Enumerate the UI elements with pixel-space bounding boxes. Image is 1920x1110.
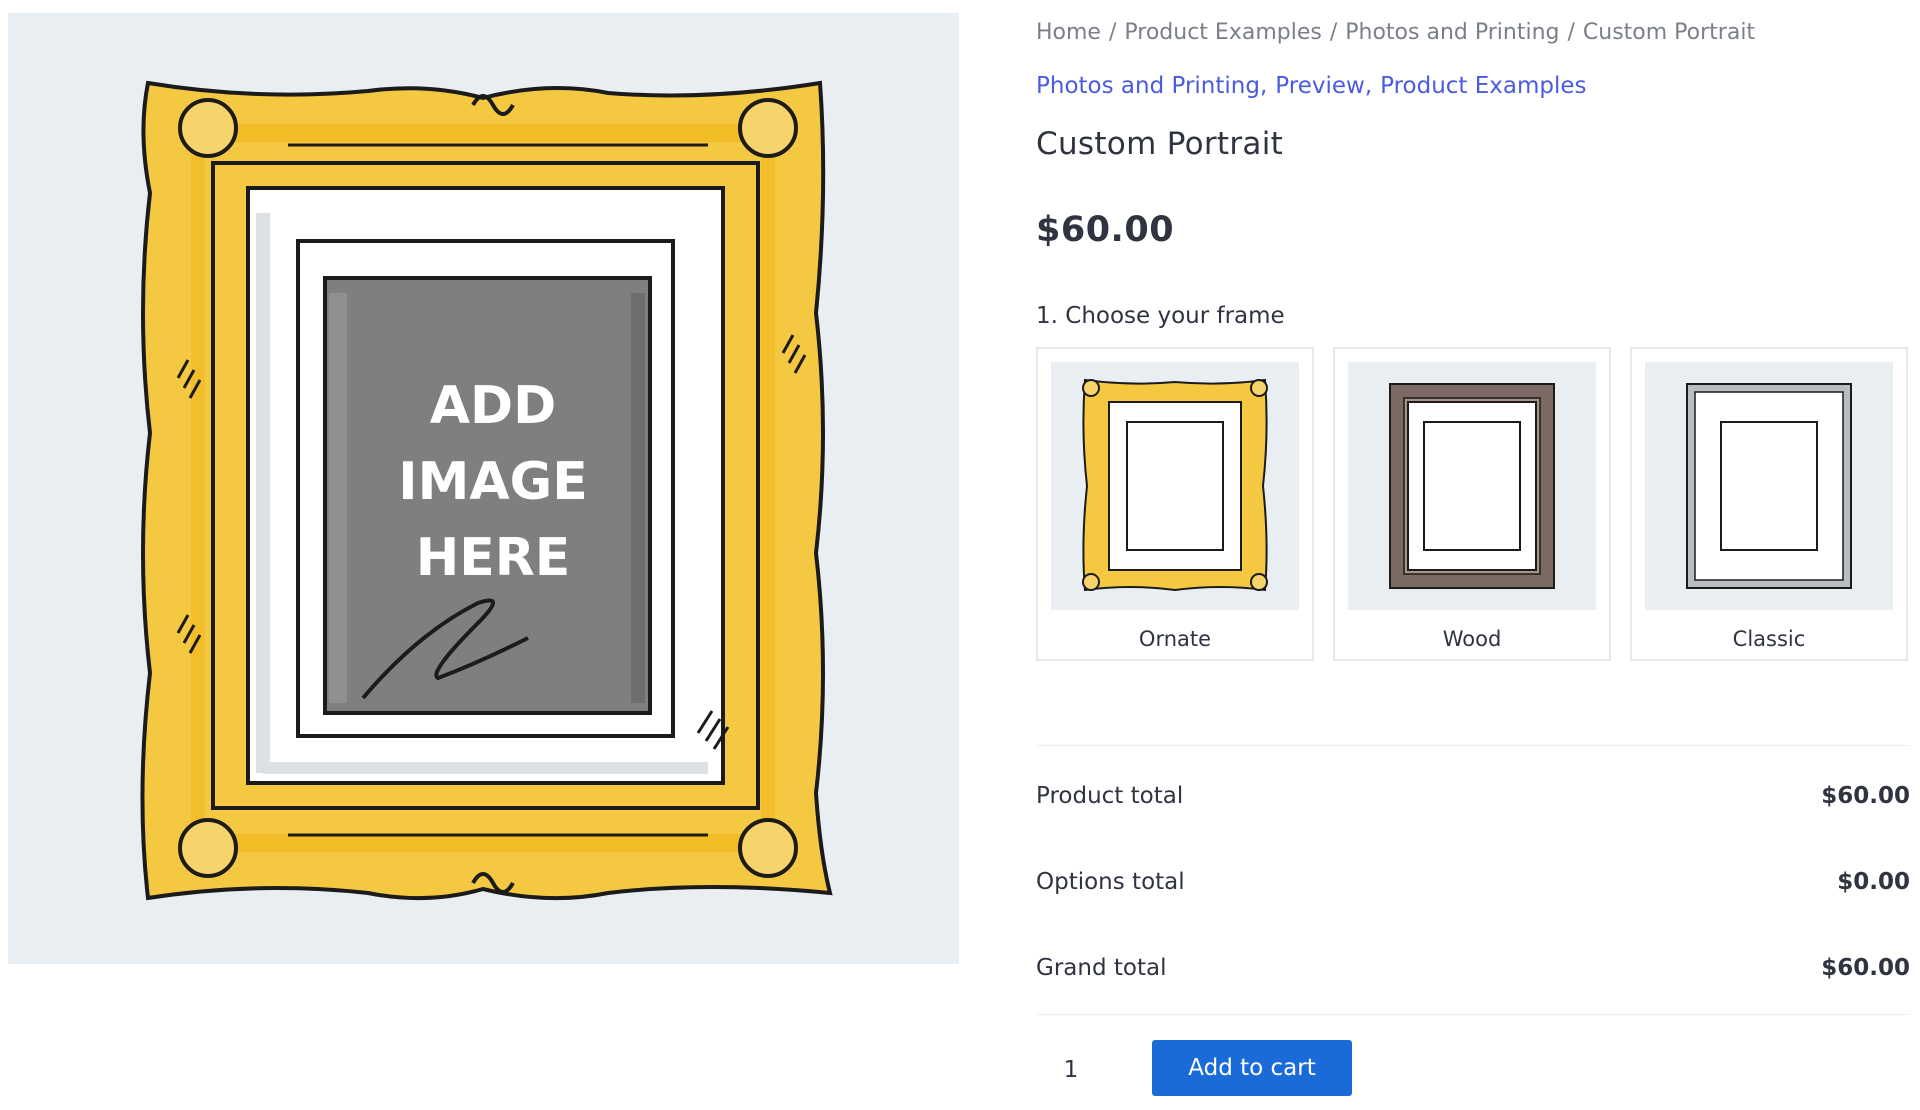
breadcrumb-item-home[interactable]: Home [1036, 20, 1101, 45]
placeholder-line: ADD [429, 376, 557, 436]
placeholder-line: IMAGE [398, 452, 588, 512]
frame-option-label-wood: Wood [1442, 627, 1502, 651]
frame-option-wood[interactable]: Wood [1333, 347, 1611, 661]
category-link-preview[interactable]: Preview [1275, 73, 1365, 99]
product-price: $60.00 [1036, 210, 1175, 250]
frame-option-label-ornate: Ornate [1138, 627, 1212, 651]
quantity-input[interactable] [1036, 1050, 1106, 1090]
product-total-value: $60.00 [1821, 783, 1910, 809]
frame-option-ornate[interactable]: Ornate [1036, 347, 1314, 661]
category-separator: , [1259, 73, 1268, 99]
breadcrumb-item-current: Custom Portrait [1582, 20, 1756, 45]
category-link-product-examples[interactable]: Product Examples [1380, 73, 1586, 99]
product-title: Custom Portrait [1036, 126, 1284, 162]
add-to-cart-button[interactable]: Add to cart [1152, 1040, 1352, 1096]
category-links: Photos and Printing, Preview, Product Exam… [1036, 73, 1587, 99]
wood-frame-icon [1348, 362, 1596, 610]
grand-total-label: Grand total [1036, 955, 1167, 981]
ornate-frame-icon [1051, 362, 1299, 610]
grand-total-value: $60.00 [1821, 955, 1910, 981]
category-link-photos-and-printing[interactable]: Photos and Printing [1036, 73, 1260, 99]
image-placeholder-text: ADD IMAGE HERE [328, 368, 658, 596]
classic-frame-icon [1645, 362, 1893, 610]
frame-options: Ornate Wood Classic [1036, 347, 1910, 663]
breadcrumb-separator: / [1108, 20, 1117, 45]
frame-option-label: 1. Choose your frame [1036, 303, 1285, 329]
frame-option-classic[interactable]: Classic [1630, 347, 1908, 661]
product-total-label: Product total [1036, 783, 1184, 809]
options-total-value: $0.00 [1837, 869, 1910, 895]
breadcrumb-separator: / [1567, 20, 1575, 45]
totals-summary: Product total $60.00 Options total $0.00… [1036, 745, 1910, 1015]
options-total-label: Options total [1036, 869, 1185, 895]
placeholder-line: HERE [415, 528, 571, 588]
frame-option-label-classic: Classic [1732, 627, 1806, 651]
product-image[interactable]: ADD IMAGE HERE [8, 13, 959, 964]
breadcrumb-separator: / [1329, 20, 1338, 45]
breadcrumb: Home / Product Examples / Photos and Printin… [1036, 20, 1755, 45]
category-separator: , [1364, 73, 1373, 99]
breadcrumb-item-product-examples[interactable]: Product Examples [1124, 20, 1321, 45]
breadcrumb-item-photos-and-printing[interactable]: Photos and Printing [1345, 20, 1559, 45]
